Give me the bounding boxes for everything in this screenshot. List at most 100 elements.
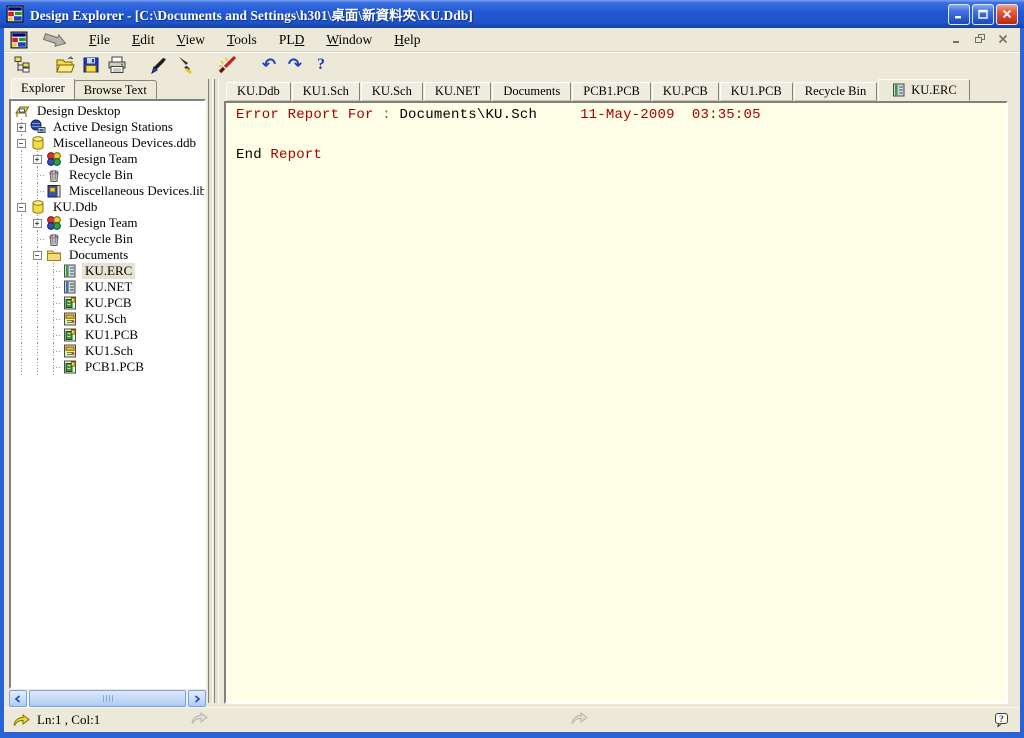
tree-item-recycle-bin[interactable]: Recycle Bin <box>13 167 204 183</box>
redo-button[interactable]: ↷ <box>282 54 308 77</box>
document-minimize-button[interactable] <box>948 31 966 47</box>
tree-item-label: Design Team <box>66 215 141 231</box>
cross-probe-icon <box>149 55 169 75</box>
menu-help[interactable]: Help <box>383 30 431 50</box>
menu-view[interactable]: View <box>166 30 216 50</box>
menu-pld[interactable]: PLD <box>268 30 316 50</box>
tree-item-ku-ddb[interactable]: −KU.Ddb <box>13 199 204 215</box>
panel-splitter[interactable] <box>206 79 224 707</box>
tree-item-recycle-bin[interactable]: Recycle Bin <box>13 231 204 247</box>
open-button[interactable] <box>52 54 78 77</box>
wand-button[interactable] <box>214 54 240 77</box>
explorer-toggle-button[interactable] <box>10 54 36 77</box>
cross-probe-button[interactable] <box>146 54 172 77</box>
tree-item-label: Recycle Bin <box>66 231 136 247</box>
document-tab-documents[interactable]: Documents <box>492 82 571 101</box>
report-header-line: Error Report For : Documents\KU.Sch 11-M… <box>236 109 1006 122</box>
collapse-minus-icon[interactable]: − <box>17 139 26 148</box>
tree-guide <box>13 231 29 247</box>
tree-item-ku-pcb[interactable]: KU.PCB <box>13 295 204 311</box>
tree-guide <box>29 343 45 359</box>
document-tab-recycle-bin[interactable]: Recycle Bin <box>794 82 877 101</box>
probe-button[interactable] <box>172 54 198 77</box>
menu-window[interactable]: Window <box>315 30 383 50</box>
collapse-minus-icon[interactable]: − <box>33 251 42 260</box>
scrollbar-thumb[interactable] <box>29 690 186 707</box>
tree-connector <box>45 327 61 343</box>
document-tab-ku-sch[interactable]: KU.Sch <box>361 82 423 101</box>
cursor-position: Ln:1 , Col:1 <box>37 712 100 728</box>
tree-item-design-team[interactable]: +Design Team <box>13 151 204 167</box>
menu-bar: FileEditViewToolsPLDWindowHelp <box>4 28 1020 52</box>
close-button[interactable] <box>996 4 1018 25</box>
menu-edit[interactable]: Edit <box>121 30 166 50</box>
scrollbar-right-button[interactable] <box>188 690 206 707</box>
help-button[interactable]: ? <box>308 54 334 77</box>
document-tab-ku-erc[interactable]: KU.ERC <box>878 79 970 101</box>
menu-tools[interactable]: Tools <box>216 30 268 50</box>
document-tab-pcb1-pcb[interactable]: PCB1.PCB <box>572 82 651 101</box>
tree-guide <box>13 279 29 295</box>
toolbar-group <box>10 54 36 77</box>
expand-plus-icon[interactable]: + <box>17 123 26 132</box>
document-tab-ku-ddb[interactable]: KU.Ddb <box>226 82 291 101</box>
close-glyph <box>1001 8 1013 20</box>
menu-file[interactable]: File <box>78 30 121 50</box>
save-button[interactable] <box>78 54 104 77</box>
document-tab-ku1-pcb[interactable]: KU1.PCB <box>720 82 793 101</box>
expand-plus-icon[interactable]: + <box>33 219 42 228</box>
design-tree[interactable]: Design Desktop+Active Design Stations − Mi… <box>9 99 206 689</box>
undo-button[interactable]: ↶ <box>256 54 282 77</box>
document-panel: KU.DdbKU1.SchKU.SchKU.NET Documents PCB1.P… <box>224 79 1020 707</box>
maximize-glyph <box>977 8 989 20</box>
tree-guide <box>13 359 29 375</box>
scrollbar-left-button[interactable] <box>9 690 27 707</box>
tree-connector: − <box>13 199 29 215</box>
tree-item-ku-net[interactable]: KU.NET <box>13 279 204 295</box>
collapse-minus-icon[interactable]: − <box>17 203 26 212</box>
app-icon <box>10 31 28 49</box>
tree-item-active-design-stations[interactable]: +Active Design Stations <box>13 119 204 135</box>
tree-item-ku-erc[interactable]: KU.ERC <box>13 263 204 279</box>
team-icon <box>46 215 62 231</box>
tree-connector <box>29 167 45 183</box>
document-tab-ku-net[interactable]: KU.NET <box>424 82 491 101</box>
document-tab-ku1-sch[interactable]: KU1.Sch <box>292 82 360 101</box>
design-explorer-window: Design Explorer - [C:\Documents and Sett… <box>0 0 1024 738</box>
doc-pcb-icon <box>62 327 78 343</box>
tree-item-documents[interactable]: −Documents <box>13 247 204 263</box>
tree-connector <box>45 343 61 359</box>
panel-tab-browse-text[interactable]: Browse Text <box>74 80 157 99</box>
tree-item-miscellaneous-devices-ddb[interactable]: − Miscellaneous Devices.ddb <box>13 135 204 151</box>
tree-item-ku-sch[interactable]: KU.Sch <box>13 311 204 327</box>
help-icon: ? <box>317 57 325 73</box>
tree-item-design-team[interactable]: + Design Team <box>13 215 204 231</box>
panel-tab-explorer[interactable]: Explorer <box>11 78 75 99</box>
document-tabs: KU.DdbKU1.SchKU.SchKU.NET Documents PCB1.P… <box>224 79 1008 101</box>
toolbar-group <box>52 54 130 77</box>
scroll-left-icon <box>14 695 22 703</box>
tree-item-ku1-pcb[interactable]: KU1.PCB <box>13 327 204 343</box>
tree-guide <box>29 327 45 343</box>
redo-icon: ↷ <box>288 57 302 74</box>
minimize-button[interactable] <box>948 4 970 25</box>
document-restore-button[interactable] <box>971 31 989 47</box>
tree-connector <box>45 359 61 375</box>
tree-item-miscellaneous-devices-lib[interactable]: Miscellaneous Devices.lib <box>13 183 204 199</box>
help-balloon-icon[interactable]: ? <box>993 712 1010 729</box>
document-close-button[interactable] <box>994 31 1012 47</box>
expand-plus-icon[interactable]: + <box>33 155 42 164</box>
tree-item-design-desktop[interactable]: Design Desktop <box>13 103 204 119</box>
doc-erc-icon <box>891 82 907 98</box>
tree-connector: + <box>29 215 45 231</box>
document-tab-label: Documents <box>503 84 560 99</box>
tree-item-pcb1-pcb[interactable]: PCB1.PCB <box>13 359 204 375</box>
status-arrow-disabled-icon <box>570 712 589 725</box>
tree-item-ku1-sch[interactable]: KU1.Sch <box>13 343 204 359</box>
print-button[interactable] <box>104 54 130 77</box>
tree-item-label: Miscellaneous Devices.ddb <box>50 135 199 151</box>
error-report-editor[interactable]: Error Report For : Documents\KU.Sch 11-M… <box>224 101 1008 704</box>
maximize-button[interactable] <box>972 4 994 25</box>
document-tab-ku-pcb[interactable]: KU.PCB <box>652 82 719 101</box>
client-area: FileEditViewToolsPLDWindowHelp ↶ ↷? Explo… <box>4 28 1020 732</box>
